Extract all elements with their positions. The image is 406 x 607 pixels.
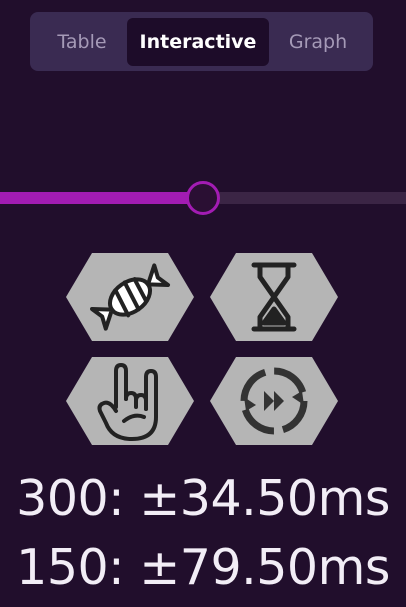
tab-interactive[interactable]: Interactive (127, 18, 269, 66)
tab-graph[interactable]: Graph (272, 18, 364, 66)
stat-300: 300: ±34.50ms (16, 470, 390, 527)
rock-hand-button[interactable] (64, 355, 196, 447)
cycle-fast-forward-button[interactable] (208, 355, 340, 447)
stat-150: 150: ±79.50ms (16, 539, 390, 596)
slider-fill (0, 192, 203, 204)
tab-table[interactable]: Table (40, 18, 124, 66)
bpm-slider[interactable] (0, 181, 406, 215)
hourglass-button[interactable] (208, 251, 340, 343)
candy-button[interactable] (64, 251, 196, 343)
view-tabs: Table Interactive Graph (30, 12, 373, 71)
slider-thumb[interactable] (186, 181, 220, 215)
